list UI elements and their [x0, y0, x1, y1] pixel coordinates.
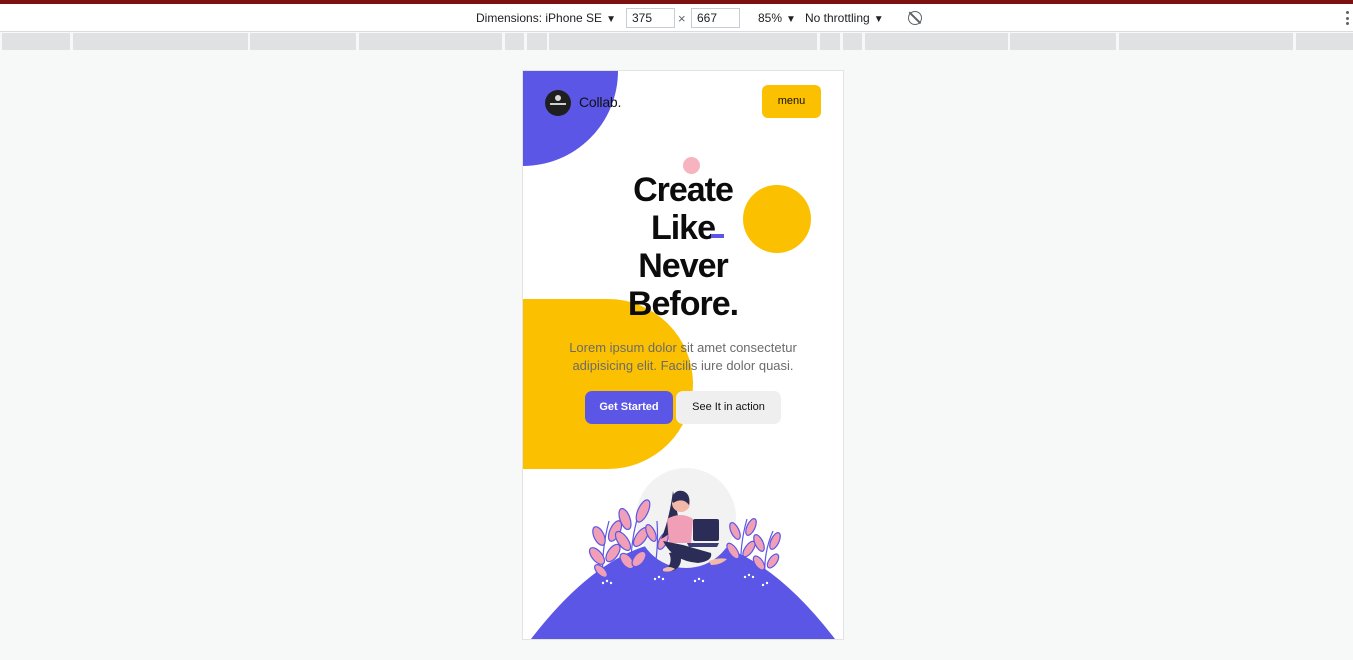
- headline-line: Never: [638, 247, 729, 285]
- media-query-segment[interactable]: [1119, 33, 1293, 50]
- media-query-segment[interactable]: [1010, 33, 1116, 50]
- throttling-dropdown[interactable]: No throttling ▼: [805, 4, 884, 32]
- headline-line: Like: [650, 209, 716, 247]
- hero-illustration: [531, 468, 835, 639]
- height-input[interactable]: 667: [691, 8, 740, 28]
- purple-blob-decoration: [523, 71, 618, 166]
- logo-text[interactable]: Collab.: [579, 94, 621, 110]
- see-in-action-button[interactable]: See It in action: [676, 391, 781, 424]
- device-toolbar: Dimensions: iPhone SE ▼ 375 × 667 85% ▼ No…: [0, 4, 1353, 32]
- throttling-label: No throttling: [805, 11, 870, 25]
- device-viewport: Collab. menu Create Like Never Before. L…: [523, 71, 843, 639]
- hero-subtext: Lorem ipsum dolor sit amet consectetur a…: [569, 340, 797, 373]
- chevron-down-icon: ▼: [606, 14, 616, 25]
- more-options-icon[interactable]: [1345, 11, 1349, 25]
- media-query-segment[interactable]: [1296, 33, 1353, 50]
- width-input[interactable]: 375: [626, 8, 675, 28]
- collab-logo-icon[interactable]: [545, 90, 571, 116]
- media-query-segment[interactable]: [2, 33, 70, 50]
- media-query-segment[interactable]: [865, 33, 1008, 50]
- media-query-segment[interactable]: [820, 33, 840, 50]
- headline-line: Before.: [627, 285, 739, 323]
- dimensions-label: Dimensions: iPhone SE: [476, 11, 603, 25]
- media-query-segment[interactable]: [73, 33, 248, 50]
- get-started-button[interactable]: Get Started: [585, 391, 673, 424]
- chevron-down-icon: ▼: [873, 14, 884, 25]
- yellow-blob-decoration: [523, 299, 693, 469]
- zoom-dropdown[interactable]: 85% ▼: [758, 4, 796, 32]
- media-query-segment[interactable]: [505, 33, 524, 50]
- hero-headline: Create Like Never Before.: [583, 171, 783, 323]
- media-query-segment[interactable]: [843, 33, 862, 50]
- headline-line: Create: [633, 171, 734, 209]
- zoom-label: 85%: [758, 11, 783, 25]
- rotate-icon[interactable]: [908, 11, 922, 25]
- media-query-segment[interactable]: [250, 33, 356, 50]
- media-query-segment[interactable]: [549, 33, 817, 50]
- media-query-segment[interactable]: [359, 33, 502, 50]
- times-symbol: ×: [678, 11, 686, 26]
- media-query-bar: [0, 33, 1353, 50]
- media-query-segment[interactable]: [527, 33, 547, 50]
- typing-cursor: [711, 234, 724, 238]
- chevron-down-icon: ▼: [786, 14, 796, 25]
- dimensions-dropdown[interactable]: Dimensions: iPhone SE ▼: [476, 4, 616, 32]
- menu-button[interactable]: menu: [762, 85, 821, 118]
